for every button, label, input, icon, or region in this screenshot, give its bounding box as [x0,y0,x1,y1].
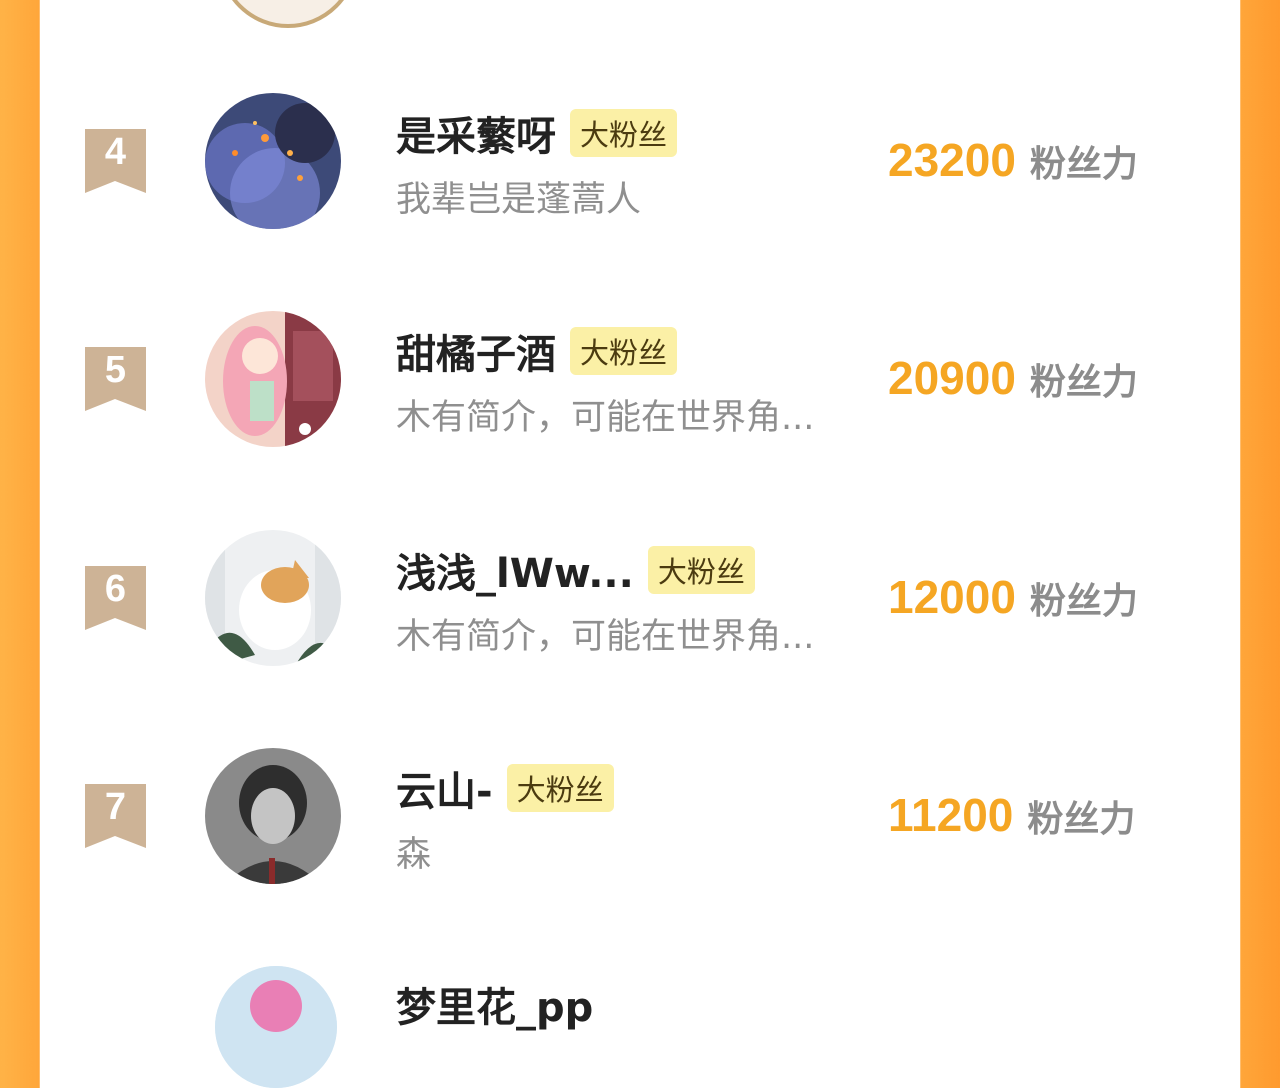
list-item[interactable]: 7 云山- 大粉丝 森 11200 粉丝力 [40,748,1240,898]
user-name-next[interactable]: 梦里花_pp [396,975,593,1033]
fan-score: 20900 粉丝力 [888,351,1138,405]
rank-badge: 6 [85,566,146,630]
rank-badge: 4 [85,129,146,193]
ranking-panel: 4 是采蘩呀 大粉丝 我辈岂是蓬蒿人 23200 粉丝力 5 甜橘子酒 大粉丝 … [40,0,1240,1088]
user-bio: 木有简介，可能在世界角... [396,617,815,657]
fan-level-badge: 大粉丝 [506,764,614,812]
user-bio: 我辈岂是蓬蒿人 [396,180,642,220]
fan-level-badge: 大粉丝 [647,546,755,594]
fan-score-value: 11200 [888,789,1014,841]
avatar-next[interactable] [215,966,337,1088]
fan-score: 12000 粉丝力 [888,570,1138,624]
rank-badge: 5 [85,347,146,411]
fan-score: 11200 粉丝力 [888,788,1135,842]
fan-score-unit: 粉丝力 [1029,144,1138,185]
fan-level-badge: 大粉丝 [570,327,678,375]
rank-number: 7 [104,786,127,828]
user-bio: 木有简介，可能在世界角... [396,398,815,438]
user-name[interactable]: 甜橘子酒 [396,322,556,380]
rank-badge: 7 [85,784,146,848]
rank-number: 5 [104,349,127,391]
fan-score-unit: 粉丝力 [1027,799,1136,840]
fan-level-badge: 大粉丝 [570,109,678,157]
fan-score: 23200 粉丝力 [888,133,1138,187]
fan-score-unit: 粉丝力 [1029,581,1138,622]
avatar-previous[interactable] [218,0,358,28]
fan-score-value: 20900 [888,352,1016,404]
user-bio: 森 [396,835,432,875]
rank-number: 4 [104,131,127,173]
fan-score-unit: 粉丝力 [1029,362,1138,403]
list-item[interactable]: 5 甜橘子酒 大粉丝 木有简介，可能在世界角... 20900 粉丝力 [40,311,1240,461]
user-name[interactable]: 云山- [396,759,493,817]
avatar[interactable] [205,311,341,447]
avatar[interactable] [205,93,341,229]
list-item[interactable]: 6 浅浅_lWw... 大粉丝 木有简介，可能在世界角... 12000 粉丝力 [40,530,1240,680]
user-name[interactable]: 浅浅_lWw... [396,541,634,599]
avatar[interactable] [205,530,341,666]
user-name[interactable]: 是采蘩呀 [396,104,556,162]
list-item[interactable]: 4 是采蘩呀 大粉丝 我辈岂是蓬蒿人 23200 粉丝力 [40,93,1240,243]
fan-score-value: 23200 [888,134,1016,186]
rank-number: 6 [104,568,127,610]
fan-score-value: 12000 [888,571,1016,623]
avatar[interactable] [205,748,341,884]
